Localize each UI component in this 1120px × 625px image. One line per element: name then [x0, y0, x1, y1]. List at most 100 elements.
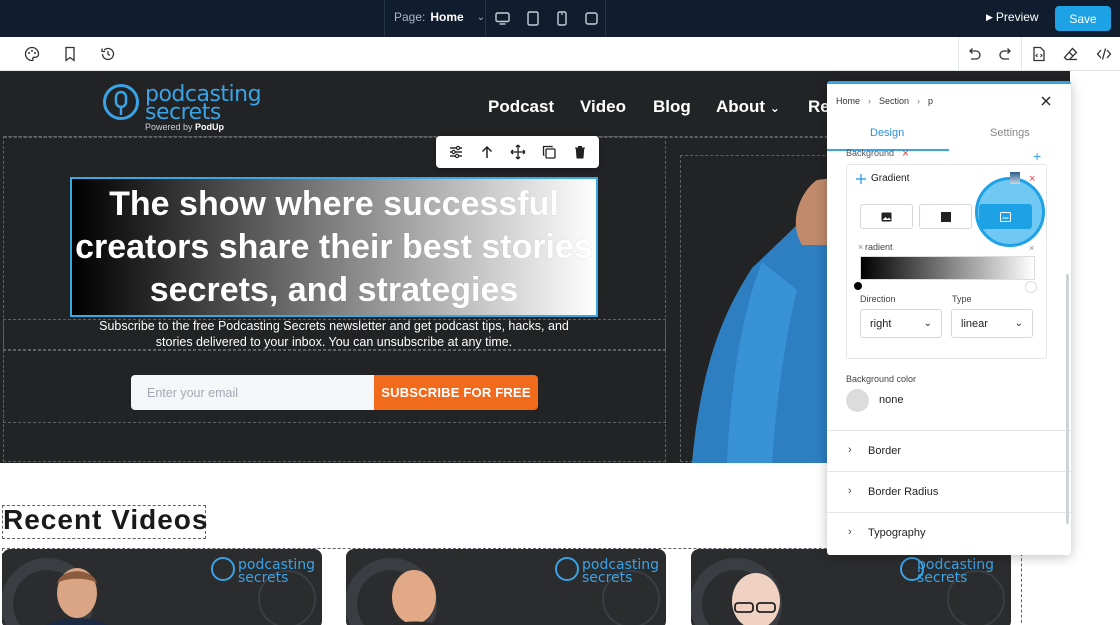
nav-link-blog[interactable]: Blog	[653, 97, 691, 117]
nav-link-about[interactable]: About ⌄	[716, 97, 780, 117]
code-icon[interactable]	[1095, 45, 1113, 63]
gradient-background-button[interactable]	[979, 204, 1032, 229]
breadcrumb-section[interactable]: Section	[879, 96, 909, 106]
gradient-stop-end[interactable]	[1025, 281, 1037, 293]
direction-label: Direction	[860, 294, 896, 304]
video-card[interactable]: podcasting secrets	[346, 549, 666, 625]
page-selector[interactable]: Page: Home ⌄	[394, 10, 485, 24]
element-toolbar	[436, 136, 599, 168]
square-view-button[interactable]	[583, 10, 599, 26]
divider	[958, 37, 959, 71]
divider	[605, 0, 606, 37]
divider	[384, 0, 385, 37]
style-panel: Home › Section › p Design Settings Backg…	[827, 81, 1071, 555]
background-color-swatch[interactable]	[846, 389, 869, 412]
move-icon[interactable]	[856, 174, 866, 184]
accordion-typography[interactable]: › Typography	[827, 512, 1071, 553]
play-icon: ▶	[986, 11, 993, 22]
tab-settings[interactable]: Settings	[990, 127, 1030, 139]
remove-background-icon[interactable]: ×	[902, 146, 909, 160]
nav-link-podcast[interactable]: Podcast	[488, 97, 554, 117]
add-background-icon[interactable]: +	[1033, 148, 1041, 164]
background-label: Background	[846, 148, 895, 158]
undo-icon[interactable]	[965, 45, 983, 63]
gradient-preview-bar[interactable]	[860, 256, 1035, 280]
panel-scrollbar[interactable]	[1066, 274, 1069, 524]
solid-background-button[interactable]	[919, 204, 972, 229]
recent-videos-heading[interactable]: Recent Videos	[3, 504, 208, 536]
chevron-right-icon: ›	[848, 485, 852, 497]
remove-stop-icon[interactable]: ×	[1029, 243, 1034, 253]
chevron-down-icon: ⌄	[476, 11, 486, 23]
preview-button[interactable]: ▶ Preview	[986, 10, 1039, 24]
tablet-view-button[interactable]	[525, 10, 541, 26]
logo-powered-by: Powered by PodUp	[145, 122, 225, 132]
desktop-icon	[494, 11, 510, 25]
chevron-right-icon: ›	[868, 96, 872, 106]
breadcrumb-p[interactable]: p	[928, 96, 933, 106]
history-icon[interactable]	[99, 45, 117, 63]
nav-link-video[interactable]: Video	[580, 97, 626, 117]
panel-tabs: Design Settings	[827, 120, 1071, 151]
chevron-down-icon: ⌄	[769, 101, 780, 115]
close-icon[interactable]	[1040, 95, 1052, 107]
preview-label: Preview	[995, 10, 1039, 24]
microphone-logo-icon	[103, 84, 139, 120]
divider	[1021, 37, 1022, 71]
card-brand-secrets: secrets	[582, 570, 633, 586]
square-icon	[584, 11, 598, 25]
eraser-icon[interactable]	[1062, 45, 1080, 63]
swatch-preview	[1010, 172, 1020, 184]
tablet-icon	[527, 10, 539, 26]
chevron-down-icon: ⌄	[1014, 318, 1023, 329]
page-name: Home	[430, 10, 464, 24]
accordion-label: Border	[868, 445, 902, 457]
code-file-icon[interactable]	[1030, 45, 1048, 63]
accordion-label: Border Radius	[868, 486, 939, 498]
headline-text[interactable]: The show where successful creators share…	[74, 183, 594, 312]
email-input[interactable]	[131, 375, 374, 410]
gradient-icon	[1000, 211, 1011, 222]
video-card[interactable]: podcasting secrets	[2, 549, 322, 625]
mobile-icon	[557, 10, 567, 26]
type-label: Type	[952, 294, 972, 304]
palette-icon[interactable]	[23, 45, 41, 63]
arrow-up-icon[interactable]	[478, 143, 496, 161]
canvas-margin	[1070, 71, 1120, 463]
desktop-view-button[interactable]	[494, 10, 510, 26]
accordion-label: Typography	[868, 527, 926, 539]
remove-stop-icon[interactable]: ×	[858, 242, 863, 252]
editor-toolbar	[0, 37, 1120, 71]
background-color-value: none	[879, 394, 904, 406]
selected-headline[interactable]: The show where successful creators share…	[70, 177, 598, 317]
direction-select[interactable]: right ⌄	[860, 309, 942, 338]
subscribe-description[interactable]: Subscribe to the free Podcasting Secrets…	[90, 318, 578, 350]
image-background-button[interactable]	[860, 204, 913, 229]
breadcrumb: Home › Section › p	[836, 96, 933, 106]
square-fill-icon	[940, 211, 951, 222]
bookmark-icon[interactable]	[61, 45, 79, 63]
gradient-label: radient	[865, 242, 893, 252]
tab-design[interactable]: Design	[870, 127, 904, 139]
gradient-title: Gradient	[871, 173, 910, 184]
background-color-label: Background color	[846, 374, 917, 384]
host-photo	[692, 150, 832, 463]
top-bar: Page: Home ⌄ ▶ Preview Save	[0, 0, 1120, 37]
chevron-right-icon: ›	[917, 96, 921, 106]
duplicate-icon[interactable]	[540, 143, 558, 161]
accordion-border[interactable]: › Border	[827, 430, 1071, 471]
save-button[interactable]: Save	[1055, 6, 1111, 31]
type-select[interactable]: linear ⌄	[951, 309, 1033, 338]
mobile-view-button[interactable]	[554, 10, 570, 26]
gradient-stop-start[interactable]	[854, 282, 862, 290]
trash-icon[interactable]	[571, 143, 589, 161]
breadcrumb-home[interactable]: Home	[836, 96, 860, 106]
redo-icon[interactable]	[997, 45, 1015, 63]
settings-sliders-icon[interactable]	[447, 143, 465, 161]
chevron-right-icon: ›	[848, 444, 852, 456]
direction-value: right	[870, 317, 892, 330]
subscribe-button[interactable]: SUBSCRIBE FOR FREE	[374, 375, 538, 410]
move-icon[interactable]	[509, 143, 527, 161]
video-card[interactable]: podcasting secrets	[691, 549, 1011, 625]
accordion-border-radius[interactable]: › Border Radius	[827, 471, 1071, 512]
